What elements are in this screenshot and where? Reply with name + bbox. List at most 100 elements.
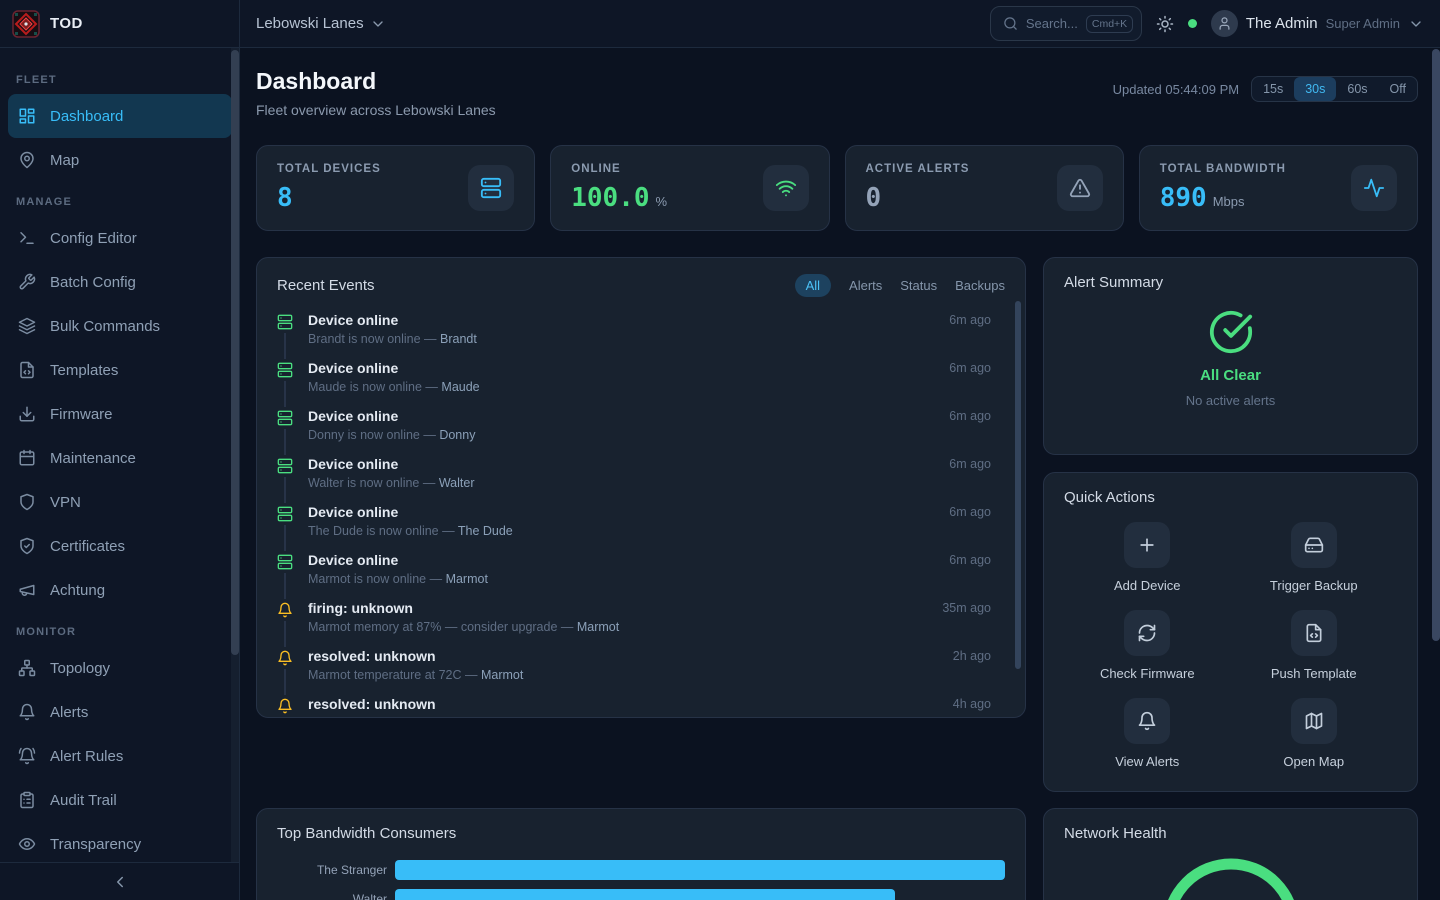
sidebar-item-bulk-commands[interactable]: Bulk Commands	[8, 304, 232, 348]
server-icon	[277, 311, 293, 333]
page-header: Dashboard Fleet overview across Lebowski…	[256, 68, 1418, 118]
fleet-selector-label: Lebowski Lanes	[256, 15, 364, 32]
sidebar-item-topology[interactable]: Topology	[8, 646, 232, 690]
sidebar-item-config-editor[interactable]: Config Editor	[8, 216, 232, 260]
sidebar-footer	[0, 862, 239, 900]
shield-check-icon	[18, 537, 36, 555]
sidebar-item-alert-rules[interactable]: Alert Rules	[8, 734, 232, 778]
quick-actions-title: Quick Actions	[1064, 489, 1397, 506]
calendar-icon	[18, 449, 36, 467]
file-code-icon	[1291, 610, 1337, 656]
event-time: 6m ago	[949, 409, 1005, 423]
layout-dashboard-icon	[18, 107, 36, 125]
sidebar-item-map[interactable]: Map	[8, 138, 232, 182]
tab-backups[interactable]: Backups	[955, 274, 1005, 297]
search-input[interactable]: Search... Cmd+K	[990, 6, 1142, 41]
network-health-title: Network Health	[1064, 825, 1397, 842]
sidebar-item-audit-trail[interactable]: Audit Trail	[8, 778, 232, 822]
eye-icon	[18, 835, 36, 853]
sidebar-collapse-button[interactable]	[111, 873, 129, 891]
user-menu[interactable]: The Admin Super Admin	[1211, 10, 1424, 37]
refresh-option-off[interactable]: Off	[1379, 77, 1417, 101]
quick-action-trigger-backup[interactable]: Trigger Backup	[1231, 522, 1398, 593]
theme-toggle-button[interactable]	[1156, 15, 1174, 33]
fleet-selector[interactable]: Lebowski Lanes	[256, 15, 386, 32]
quick-action-add-device[interactable]: Add Device	[1064, 522, 1231, 593]
sidebar-item-firmware[interactable]: Firmware	[8, 392, 232, 436]
refresh-option-30s[interactable]: 30s	[1294, 77, 1336, 101]
sidebar-item-dashboard[interactable]: Dashboard	[8, 94, 232, 138]
bandwidth-bar-the-stranger: The Stranger	[277, 860, 1005, 880]
bell-icon	[277, 599, 293, 621]
tab-status[interactable]: Status	[900, 274, 937, 297]
sidebar-item-alerts[interactable]: Alerts	[8, 690, 232, 734]
alert-summary-status: All Clear	[1200, 367, 1261, 384]
event-row[interactable]: Device onlineMarmot is now online — Marm…	[277, 551, 1005, 599]
alert-summary-detail: No active alerts	[1186, 393, 1276, 408]
updated-timestamp: Updated 05:44:09 PM	[1113, 82, 1239, 97]
main-scrollbar[interactable]	[1432, 49, 1440, 641]
event-row[interactable]: Device onlineWalter is now online — Walt…	[277, 455, 1005, 503]
tab-alerts[interactable]: Alerts	[849, 274, 882, 297]
sidebar-item-certificates[interactable]: Certificates	[8, 524, 232, 568]
recent-events-title: Recent Events	[277, 277, 375, 294]
alert-summary-panel: Alert Summary All Clear No active alerts	[1043, 257, 1418, 455]
app-root: TOD Lebowski Lanes Search... Cmd+K	[0, 0, 1440, 900]
server-icon	[277, 455, 293, 477]
nav-section-label-monitor: MONITOR	[16, 626, 223, 638]
events-scrollbar[interactable]	[1015, 301, 1021, 669]
sidebar-item-achtung[interactable]: Achtung	[8, 568, 232, 612]
quick-action-push-template[interactable]: Push Template	[1231, 610, 1398, 681]
bandwidth-panel: Top Bandwidth Consumers The Stranger Wal…	[256, 808, 1026, 900]
sun-icon	[1156, 15, 1174, 33]
event-time: 6m ago	[949, 553, 1005, 567]
event-time: 6m ago	[949, 505, 1005, 519]
event-row[interactable]: Device onlineDonny is now online — Donny…	[277, 407, 1005, 455]
avatar	[1211, 10, 1238, 37]
plus-icon	[1124, 522, 1170, 568]
stats-row: TOTAL DEVICES 8 ONLINE 100.0 % ACTIVE AL…	[256, 145, 1418, 231]
refresh-cw-icon	[1124, 610, 1170, 656]
stat-value: 8	[277, 183, 293, 213]
sidebar-item-transparency[interactable]: Transparency	[8, 822, 232, 862]
sidebar-item-maintenance[interactable]: Maintenance	[8, 436, 232, 480]
bandwidth-bar-walter: Walter	[277, 889, 1005, 900]
topbar-right: Search... Cmd+K The Admin Super Admin	[990, 6, 1424, 41]
sidebar-nav: FLEETDashboardMapMANAGEConfig EditorBatc…	[0, 48, 239, 862]
stat-card-online: ONLINE 100.0 %	[550, 145, 829, 231]
refresh-option-60s[interactable]: 60s	[1336, 77, 1378, 101]
stat-value: 890	[1160, 183, 1207, 213]
quick-action-view-alerts[interactable]: View Alerts	[1064, 698, 1231, 769]
event-row[interactable]: Device onlineMaude is now online — Maude…	[277, 359, 1005, 407]
user-icon	[1217, 16, 1232, 31]
event-row[interactable]: Device onlineThe Dude is now online — Th…	[277, 503, 1005, 551]
event-row[interactable]: Device onlineBrandt is now online — Bran…	[277, 311, 1005, 359]
chevron-down-icon	[370, 16, 386, 32]
quick-action-open-map[interactable]: Open Map	[1231, 698, 1398, 769]
nav-section-label-fleet: FLEET	[16, 74, 223, 86]
sidebar: FLEETDashboardMapMANAGEConfig EditorBatc…	[0, 48, 240, 900]
recent-events-panel: Recent Events All Alerts Status Backups Dev…	[256, 257, 1026, 718]
stat-value: 0	[866, 183, 882, 213]
frame: FLEETDashboardMapMANAGEConfig EditorBatc…	[0, 48, 1440, 900]
page-subtitle: Fleet overview across Lebowski Lanes	[256, 102, 496, 118]
tab-all[interactable]: All	[795, 274, 831, 297]
quick-action-check-firmware[interactable]: Check Firmware	[1064, 610, 1231, 681]
bell-icon	[18, 703, 36, 721]
sidebar-item-vpn[interactable]: VPN	[8, 480, 232, 524]
bell-icon	[277, 695, 293, 717]
map-pin-icon	[18, 151, 36, 169]
connection-status-dot	[1188, 19, 1197, 28]
sidebar-scrollbar[interactable]	[231, 50, 239, 655]
event-row[interactable]: firing: unknownMarmot memory at 87% — co…	[277, 599, 1005, 647]
refresh-interval-control: 15s30s60sOff	[1251, 76, 1418, 102]
sidebar-item-templates[interactable]: Templates	[8, 348, 232, 392]
bell-icon	[1124, 698, 1170, 744]
chevron-left-icon	[111, 873, 129, 891]
refresh-option-15s[interactable]: 15s	[1252, 77, 1294, 101]
network-health-panel: Network Health 100	[1043, 808, 1418, 900]
event-row[interactable]: resolved: unknown 4h ago	[277, 695, 1005, 718]
event-row[interactable]: resolved: unknownMarmot temperature at 7…	[277, 647, 1005, 695]
sidebar-item-batch-config[interactable]: Batch Config	[8, 260, 232, 304]
bell-icon	[277, 647, 293, 669]
